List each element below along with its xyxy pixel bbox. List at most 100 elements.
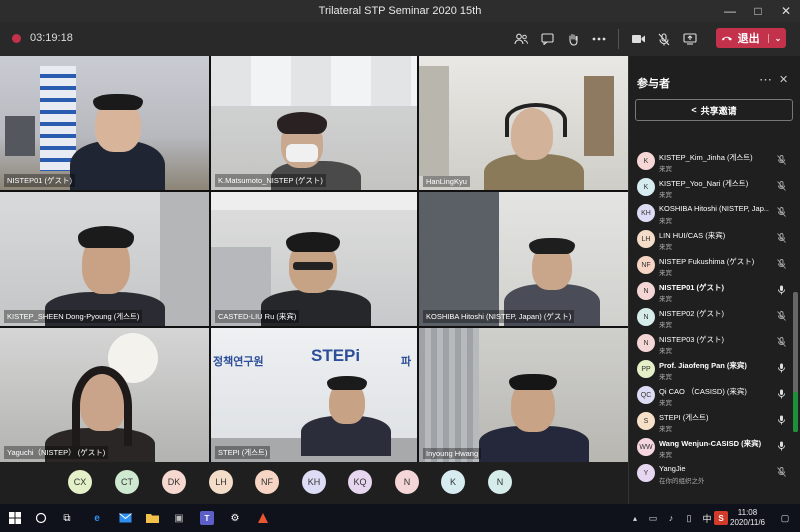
participant-row[interactable]: NF NISTEP Fukushima (ゲスト) 来宾 — [629, 253, 795, 279]
panel-more-icon[interactable]: ⋯ — [759, 72, 772, 88]
participant-row[interactable]: N NISTEP01 (ゲスト) 来宾 — [629, 279, 795, 305]
participant-hair — [286, 232, 340, 252]
participant-avatar[interactable]: DK — [162, 470, 186, 494]
participant-avatar[interactable]: CT — [115, 470, 139, 494]
tile-name-label: STEPI (게스트) — [215, 446, 271, 459]
video-tile[interactable]: NISTEP01 (ゲスト) — [0, 56, 209, 190]
participant-row[interactable]: WW Wang Wenjun-CASISD (来宾) 来宾 — [629, 435, 795, 461]
close-window-button[interactable]: ✕ — [772, 0, 800, 22]
video-tile[interactable]: CASTED-LIU Ru (来宾) — [211, 192, 417, 326]
video-tile[interactable]: K.Matsumoto_NISTEP (ゲスト) — [211, 56, 417, 190]
participant-row[interactable]: N NISTEP02 (ゲスト) 来宾 — [629, 305, 795, 331]
participant-avatar[interactable]: NF — [255, 470, 279, 494]
participant-role: 来宾 — [659, 452, 672, 459]
participant-name: NISTEP01 (ゲスト) — [659, 283, 725, 292]
participant-role: 来宾 — [659, 166, 672, 173]
participant-row[interactable]: S STEPI (게스트) 来宾 — [629, 409, 795, 435]
mic-muted-icon — [777, 337, 786, 349]
camera-icon[interactable] — [625, 28, 651, 50]
participant-avatar[interactable]: N — [395, 470, 419, 494]
backdrop-bookshelf — [584, 76, 614, 156]
share-invite-button[interactable]: < 共享邀请 — [635, 99, 793, 121]
participant-avatar[interactable]: KH — [302, 470, 326, 494]
participant-name: KOSHIBA Hitoshi (NISTEP, Jap... — [659, 204, 769, 213]
headphones-icon — [505, 103, 567, 137]
chevron-down-icon[interactable]: ⌄ — [767, 33, 781, 43]
participant-hair — [327, 376, 367, 390]
mic-muted-icon — [777, 155, 786, 167]
participant-avatar[interactable]: LH — [209, 470, 233, 494]
participant-row[interactable]: QC Qi CAO （CASISD) (来宾) 来宾 — [629, 383, 795, 409]
maximize-button[interactable]: □ — [744, 0, 772, 22]
mic-icon — [777, 389, 786, 401]
chat-icon[interactable] — [534, 28, 560, 50]
video-tile[interactable]: KOSHIBA Hitoshi (NISTEP, Japan) (ゲスト) — [419, 192, 628, 326]
search-icon[interactable] — [34, 511, 48, 525]
participant-avatar: PP — [637, 360, 655, 378]
teams-icon[interactable]: T — [200, 511, 214, 525]
participant-name: LIN HUI/CAS (来宾) — [659, 231, 726, 240]
participant-avatar[interactable]: CX — [68, 470, 92, 494]
battery-icon[interactable]: ▯ — [682, 511, 696, 525]
participant-role: 来宾 — [659, 374, 672, 381]
leave-button[interactable]: 退出 ⌄ — [716, 28, 786, 48]
participant-row[interactable]: K KISTEP_Kim_Jinha (게스트) 来宾 — [629, 149, 795, 175]
participant-hair — [509, 374, 557, 390]
window-titlebar: Trilateral STP Seminar 2020 15th — □ ✕ — [0, 0, 800, 22]
hang-up-icon — [721, 36, 732, 41]
edge-browser-icon[interactable]: e — [90, 511, 104, 525]
mic-off-icon[interactable] — [651, 28, 677, 50]
mic-icon — [777, 363, 786, 375]
video-tile[interactable]: HanLingKyu — [419, 56, 628, 190]
system-tray-icons[interactable]: ▴ — [628, 511, 642, 525]
network-icon[interactable]: ▭ — [646, 511, 660, 525]
file-explorer-icon[interactable] — [145, 511, 159, 525]
participant-row[interactable]: N NISTEP03 (ゲスト) 来宾 — [629, 331, 795, 357]
app-icon[interactable] — [256, 511, 270, 525]
taskbar-clock[interactable]: 11:08 2020/11/6 — [730, 508, 765, 528]
mic-muted-icon — [777, 467, 786, 479]
tile-name-label: KOSHIBA Hitoshi (NISTEP, Japan) (ゲスト) — [423, 310, 575, 323]
participant-row[interactable]: LH LIN HUI/CAS (来宾) 来宾 — [629, 227, 795, 253]
video-tile[interactable]: Inyoung Hwang — [419, 328, 628, 462]
participant-role: 在你的组织之外 — [659, 478, 705, 485]
app-icon[interactable]: ▣ — [172, 511, 186, 525]
participant-name: Qi CAO （CASISD) (来宾) — [659, 387, 747, 396]
participant-name: Wang Wenjun-CASISD (来宾) — [659, 439, 762, 448]
participant-row[interactable]: K KISTEP_Yoo_Nari (게스트) 来宾 — [629, 175, 795, 201]
windows-taskbar: ⧉ e ▣ T ⚙ ▴ ▭ ♪ ▯ 中 S 11:08 2020/11/6 ▢ — [0, 504, 800, 532]
participant-name: Prof. Jiaofeng Pan (来宾) — [659, 361, 747, 370]
participant-name: NISTEP03 (ゲスト) — [659, 335, 725, 344]
recording-dot-icon — [12, 33, 21, 43]
participant-row[interactable]: PP Prof. Jiaofeng Pan (来宾) 来宾 — [629, 357, 795, 383]
ime-indicator[interactable]: 中 — [700, 511, 714, 525]
participant-avatar[interactable]: N — [488, 470, 512, 494]
meeting-toolbar: 03:19:18 退出 ⌄ — [0, 22, 800, 56]
participant-avatar[interactable]: KQ — [348, 470, 372, 494]
participant-row[interactable]: Y YangJie 在你的组织之外 — [629, 461, 795, 487]
participant-avatar: KH — [637, 204, 655, 222]
participant-avatar[interactable]: K — [441, 470, 465, 494]
notifications-icon[interactable]: ▢ — [778, 511, 792, 525]
minimize-button[interactable]: — — [716, 0, 744, 22]
participant-name: NISTEP02 (ゲスト) — [659, 309, 725, 318]
more-options-icon[interactable] — [586, 28, 612, 50]
share-screen-icon[interactable] — [677, 28, 703, 50]
overflow-participants-bar: CX CT DK LH NF KH KQ N K N — [0, 462, 628, 504]
volume-icon[interactable]: ♪ — [664, 511, 678, 525]
task-view-icon[interactable]: ⧉ — [60, 511, 74, 525]
video-tile[interactable]: Yaguchi（NISTEP） (ゲスト) — [0, 328, 209, 462]
ime-s-icon[interactable]: S — [714, 511, 728, 525]
settings-gear-icon[interactable]: ⚙ — [228, 511, 242, 525]
backdrop-object — [5, 116, 35, 156]
mail-icon[interactable] — [118, 511, 132, 525]
panel-close-icon[interactable]: ✕ — [779, 73, 788, 86]
scrollbar-thumb[interactable] — [793, 392, 798, 432]
participants-icon[interactable] — [508, 28, 534, 50]
raise-hand-icon[interactable] — [560, 28, 586, 50]
video-tile[interactable]: KISTEP_SHEEN Dong-Pyoung (게스트) — [0, 192, 209, 326]
banner-backdrop — [40, 66, 76, 171]
video-tile[interactable]: STEPi 정책연구원 파 STEPI (게스트) — [211, 328, 417, 462]
windows-start-icon[interactable] — [8, 511, 22, 525]
participant-row[interactable]: KH KOSHIBA Hitoshi (NISTEP, Jap... 来宾 — [629, 201, 795, 227]
